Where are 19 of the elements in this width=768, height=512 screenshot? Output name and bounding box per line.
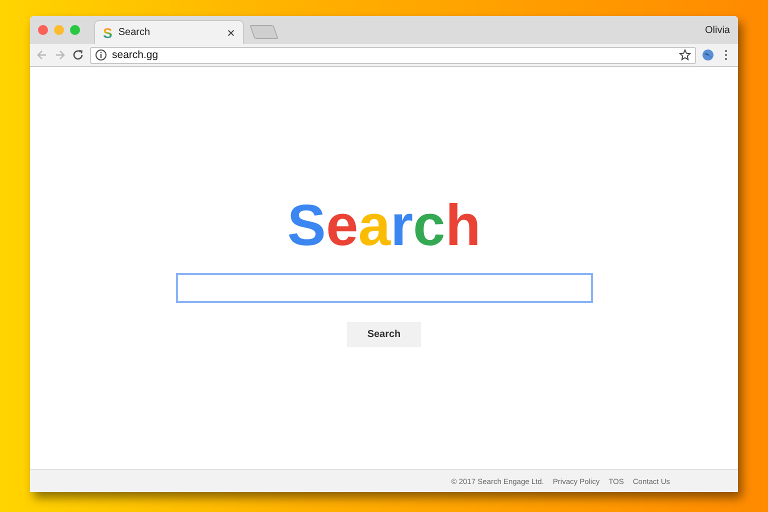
user-name[interactable]: Olivia	[704, 24, 730, 36]
minimize-window-button[interactable]	[54, 25, 64, 35]
tab-title: Search	[118, 27, 152, 38]
back-icon[interactable]	[36, 49, 48, 61]
reload-icon[interactable]	[72, 49, 84, 61]
browser-tab[interactable]: S Search	[94, 20, 244, 44]
address-bar[interactable]: search.gg	[90, 46, 696, 64]
close-icon[interactable]	[227, 28, 235, 36]
new-tab-button[interactable]	[249, 25, 279, 39]
search-button[interactable]: Search	[347, 322, 421, 347]
maximize-window-button[interactable]	[70, 25, 80, 35]
forward-icon[interactable]	[54, 49, 66, 61]
search-field[interactable]	[176, 273, 592, 303]
url-text: search.gg	[112, 49, 160, 61]
close-window-button[interactable]	[38, 25, 48, 35]
globe-icon[interactable]	[702, 49, 714, 61]
star-icon[interactable]	[679, 49, 691, 61]
info-icon	[95, 49, 107, 61]
logo: Search	[287, 197, 481, 255]
